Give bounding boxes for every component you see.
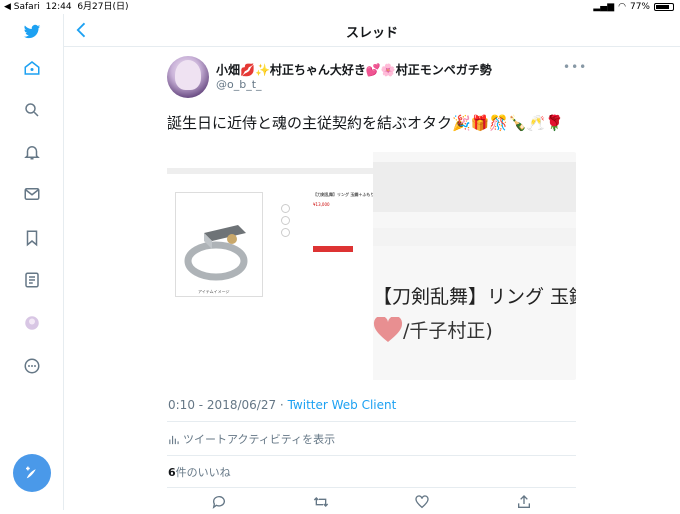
lists-icon[interactable]: [20, 268, 44, 292]
notifications-icon[interactable]: [20, 140, 44, 164]
tweet-date: 2018/06/27: [206, 398, 277, 412]
feather-plus-icon: [26, 466, 36, 479]
battery-percent: 77%: [629, 2, 650, 12]
home-icon[interactable]: [20, 56, 44, 80]
zoomed-subtitle: /千子村正): [373, 316, 493, 343]
search-icon[interactable]: [20, 98, 44, 122]
banner-top: [373, 162, 576, 212]
divider: [167, 487, 576, 488]
status-left: ◀ Safari 12:44 6月27日(日): [4, 0, 129, 14]
like-number: 6: [168, 466, 176, 479]
thumbnail: [281, 216, 290, 225]
tweet-meta: 0:10 - 2018/06/27 · Twitter Web Client: [168, 398, 397, 412]
signal-icon: ▂▄▆: [593, 2, 615, 12]
tweet-media-image[interactable]: アイテムイメージ 【刀剣乱舞】リング 玉鋼＋ふもり ¥13,000 【刀剣乱舞】…: [167, 152, 576, 380]
ring-image: アイテムイメージ: [175, 192, 263, 297]
header: スレッド: [64, 14, 680, 47]
author-display-name[interactable]: 小畑💋✨村正ちゃん大好き💕🌸村正モンペガチ勢: [216, 61, 492, 78]
tweet-time: 0:10: [168, 398, 195, 412]
divider: [167, 421, 576, 422]
media-left-screenshot: アイテムイメージ 【刀剣乱舞】リング 玉鋼＋ふもり ¥13,000: [167, 152, 375, 380]
author-avatar[interactable]: [167, 56, 209, 98]
status-right: ▂▄▆ ◠ 77%: [593, 0, 674, 14]
banner-row: [373, 228, 576, 246]
page-title: スレッド: [345, 26, 398, 41]
wifi-icon: ◠: [618, 2, 626, 12]
ring-caption: アイテムイメージ: [198, 289, 230, 294]
zoomed-subtitle-text: /千子村正): [403, 320, 493, 342]
author-username[interactable]: @o_b_t_: [216, 78, 262, 91]
like-heart-icon[interactable]: [414, 494, 430, 510]
twitter-logo-icon[interactable]: [20, 20, 44, 44]
heart-icon: [373, 316, 403, 342]
more-options-icon[interactable]: •••: [563, 60, 587, 74]
sidebar: [0, 14, 64, 510]
like-label: 件のいいね: [175, 466, 231, 479]
profile-avatar-icon[interactable]: [20, 311, 44, 335]
add-to-cart-button: [313, 246, 353, 252]
likes-count[interactable]: 6件のいいね: [168, 464, 231, 480]
activity-label: ツイートアクティビティを表示: [183, 433, 336, 446]
tweet-activity-link[interactable]: ツイートアクティビティを表示: [168, 431, 335, 447]
status-time: 12:44: [45, 2, 72, 12]
zoomed-title: 【刀剣乱舞】リング 玉鋼: [373, 286, 576, 308]
meta-separator: ·: [279, 398, 284, 412]
battery-icon: [654, 3, 674, 11]
messages-icon[interactable]: [20, 182, 44, 206]
back-to-app[interactable]: ◀ Safari: [4, 2, 40, 12]
product-title: 【刀剣乱舞】リング 玉鋼＋ふもり: [313, 192, 375, 197]
product-price: ¥13,000: [313, 202, 330, 207]
tweet-client-link[interactable]: Twitter Web Client: [288, 398, 397, 412]
status-date: 6月27日(日): [77, 2, 129, 12]
divider: [167, 455, 576, 456]
bookmarks-icon[interactable]: [20, 226, 44, 250]
mini-nav-bar: [167, 168, 373, 174]
media-right-zoom: 【刀剣乱舞】リング 玉鋼 /千子村正): [373, 152, 576, 380]
ring-icon: [184, 225, 248, 281]
thumbnail: [281, 228, 290, 237]
retweet-icon[interactable]: [313, 494, 329, 510]
tweet-text: 誕生日に近侍と魂の主従契約を結ぶオタク🎉🎁🎊🍾🥂🌹: [167, 114, 565, 132]
status-bar: ◀ Safari 12:44 6月27日(日) ▂▄▆ ◠ 77%: [0, 0, 680, 14]
reply-icon[interactable]: [211, 494, 227, 510]
bar-chart-icon: [169, 435, 179, 444]
compose-tweet-button[interactable]: [13, 454, 51, 492]
thumbnail: [281, 204, 290, 213]
more-icon[interactable]: [20, 354, 44, 378]
share-icon[interactable]: [516, 494, 532, 510]
